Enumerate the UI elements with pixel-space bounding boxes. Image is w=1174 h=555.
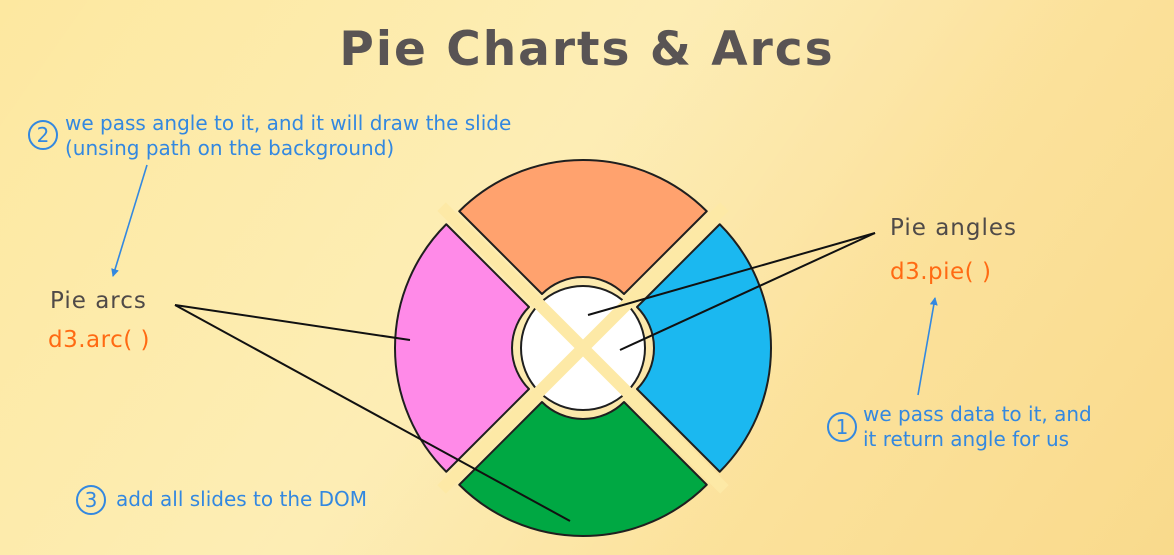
step-3-note: add all slides to the DOM (116, 487, 367, 512)
step-1-line-1: we pass data to it, and (863, 402, 1092, 426)
pie-slices (394, 159, 772, 537)
step-1-line-2: it return angle for us (863, 427, 1070, 451)
step-3-badge: 3 (76, 485, 106, 515)
step-1-badge: 1 (827, 412, 857, 442)
pie-arcs-pointer-line (174, 304, 411, 341)
step-2-arrow (111, 164, 148, 277)
pie-arcs-code: d3.arc( ) (48, 327, 150, 353)
pie-diagram (111, 159, 938, 537)
pie-arcs-label: Pie arcs (50, 288, 147, 314)
pie-angles-code: d3.pie( ) (890, 259, 992, 285)
step-2-badge: 2 (28, 120, 58, 150)
step-2-line-1: we pass angle to it, and it will draw th… (65, 111, 512, 135)
step-1-arrow (917, 297, 938, 396)
step-3-line-1: add all slides to the DOM (116, 487, 368, 511)
step-2-note: we pass angle to it, and it will draw th… (65, 111, 511, 161)
step-2-line-2: (unsing path on the background) (65, 136, 395, 160)
pie-angles-label: Pie angles (890, 215, 1018, 241)
step-1-note: we pass data to it, and it return angle … (863, 402, 1092, 452)
